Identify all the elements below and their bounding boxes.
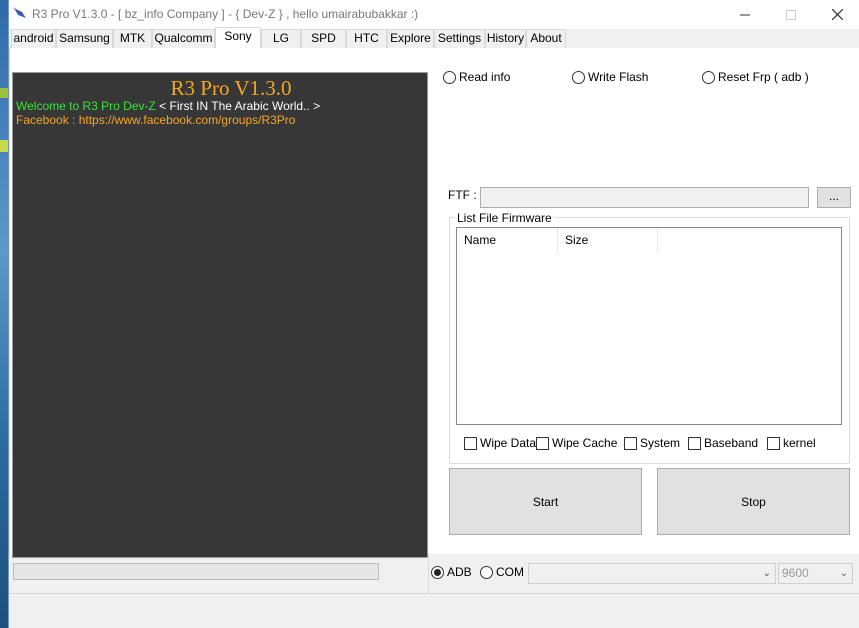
- desktop-background: [0, 0, 8, 628]
- column-name[interactable]: Name: [457, 228, 558, 253]
- write-flash-option[interactable]: Write Flash: [572, 70, 648, 84]
- tab-mtk[interactable]: MTK: [113, 29, 152, 48]
- app-window: R3 Pro V1.3.0 - [ bz_info Company ] - { …: [8, 0, 859, 628]
- column-size[interactable]: Size: [558, 228, 658, 253]
- tab-htc[interactable]: HTC: [346, 29, 387, 48]
- tab-qualcomm[interactable]: Qualcomm: [152, 29, 215, 48]
- adb-label: ADB: [447, 565, 472, 579]
- tab-strip: android Samsung MTK Qualcomm Sony LG SPD…: [9, 27, 859, 49]
- com-port-select[interactable]: ⌄: [528, 563, 776, 584]
- tab-settings[interactable]: Settings: [434, 29, 485, 48]
- tab-samsung[interactable]: Samsung: [56, 29, 113, 48]
- baseband-option[interactable]: Baseband: [688, 436, 758, 450]
- maximize-icon: [786, 9, 796, 20]
- reset-frp-radio[interactable]: [702, 70, 715, 84]
- status-bar: [9, 593, 859, 628]
- ftf-label: FTF :: [448, 188, 477, 202]
- baseband-label: Baseband: [704, 436, 759, 450]
- chevron-down-icon: ⌄: [839, 568, 848, 579]
- close-icon: [831, 9, 843, 20]
- log-console[interactable]: R3 Pro V1.3.0 Welcome to R3 Pro Dev-Z < …: [12, 72, 428, 558]
- wipe-cache-option[interactable]: Wipe Cache: [536, 436, 617, 450]
- tab-spd[interactable]: SPD: [301, 29, 346, 48]
- reset-frp-option[interactable]: Reset Frp ( adb ): [702, 70, 809, 84]
- ftf-path-field[interactable]: [480, 187, 809, 208]
- kernel-label: kernel: [783, 436, 816, 450]
- progress-bar: [13, 563, 379, 580]
- chevron-down-icon: ⌄: [762, 568, 771, 579]
- list-header: Name Size: [457, 228, 841, 253]
- kernel-option[interactable]: kernel: [767, 436, 816, 450]
- wipe-cache-checkbox[interactable]: [536, 436, 549, 450]
- title-bar[interactable]: R3 Pro V1.3.0 - [ bz_info Company ] - { …: [9, 0, 859, 29]
- divider: [428, 553, 429, 593]
- com-option[interactable]: COM: [480, 565, 524, 579]
- tab-lg[interactable]: LG: [261, 29, 301, 48]
- com-label: COM: [496, 565, 524, 579]
- app-icon: [13, 7, 26, 18]
- baseband-checkbox[interactable]: [688, 436, 701, 450]
- wipe-cache-label: Wipe Cache: [552, 436, 618, 450]
- read-info-option[interactable]: Read info: [443, 70, 510, 84]
- minimize-button[interactable]: [722, 0, 768, 29]
- console-tagline: < First IN The Arabic World.. >: [155, 99, 321, 113]
- wipe-data-label: Wipe Data: [480, 436, 537, 450]
- tab-about[interactable]: About: [526, 29, 566, 48]
- read-info-label: Read info: [459, 70, 511, 84]
- baud-rate-value: 9600: [782, 566, 809, 580]
- browse-button[interactable]: ...: [817, 187, 851, 208]
- stop-button[interactable]: Stop: [657, 468, 850, 535]
- system-checkbox[interactable]: [624, 436, 637, 450]
- adb-option[interactable]: ADB: [431, 565, 472, 579]
- baud-rate-select[interactable]: 9600 ⌄: [778, 563, 853, 584]
- desktop-icon-fragment: [0, 88, 8, 98]
- desktop-icon-fragment: [0, 140, 8, 152]
- com-radio[interactable]: [480, 565, 493, 579]
- tab-history[interactable]: History: [485, 29, 526, 48]
- write-flash-radio[interactable]: [572, 70, 585, 84]
- console-welcome: Welcome to R3 Pro Dev-Z: [16, 99, 156, 113]
- close-button[interactable]: [814, 0, 859, 29]
- tab-sony[interactable]: Sony: [215, 27, 261, 49]
- console-title: R3 Pro V1.3.0: [170, 76, 292, 100]
- system-option[interactable]: System: [624, 436, 680, 450]
- wipe-data-checkbox[interactable]: [464, 436, 477, 450]
- start-button[interactable]: Start: [449, 468, 642, 535]
- read-info-radio[interactable]: [443, 70, 456, 84]
- console-welcome-line: Welcome to R3 Pro Dev-Z < First IN The A…: [16, 99, 320, 113]
- wipe-data-option[interactable]: Wipe Data: [464, 436, 536, 450]
- tab-explore[interactable]: Explore: [387, 29, 434, 48]
- adb-radio[interactable]: [431, 565, 444, 579]
- minimize-icon: [740, 14, 750, 15]
- console-facebook: Facebook : https://www.facebook.com/grou…: [16, 113, 296, 127]
- kernel-checkbox[interactable]: [767, 436, 780, 450]
- firmware-list[interactable]: Name Size: [456, 227, 842, 425]
- maximize-button[interactable]: [768, 0, 814, 29]
- tab-android[interactable]: android: [11, 29, 56, 48]
- reset-frp-label: Reset Frp ( adb ): [718, 70, 809, 84]
- firmware-group-label: List File Firmware: [455, 211, 554, 225]
- write-flash-label: Write Flash: [588, 70, 649, 84]
- window-title: R3 Pro V1.3.0 - [ bz_info Company ] - { …: [32, 7, 419, 21]
- system-label: System: [640, 436, 681, 450]
